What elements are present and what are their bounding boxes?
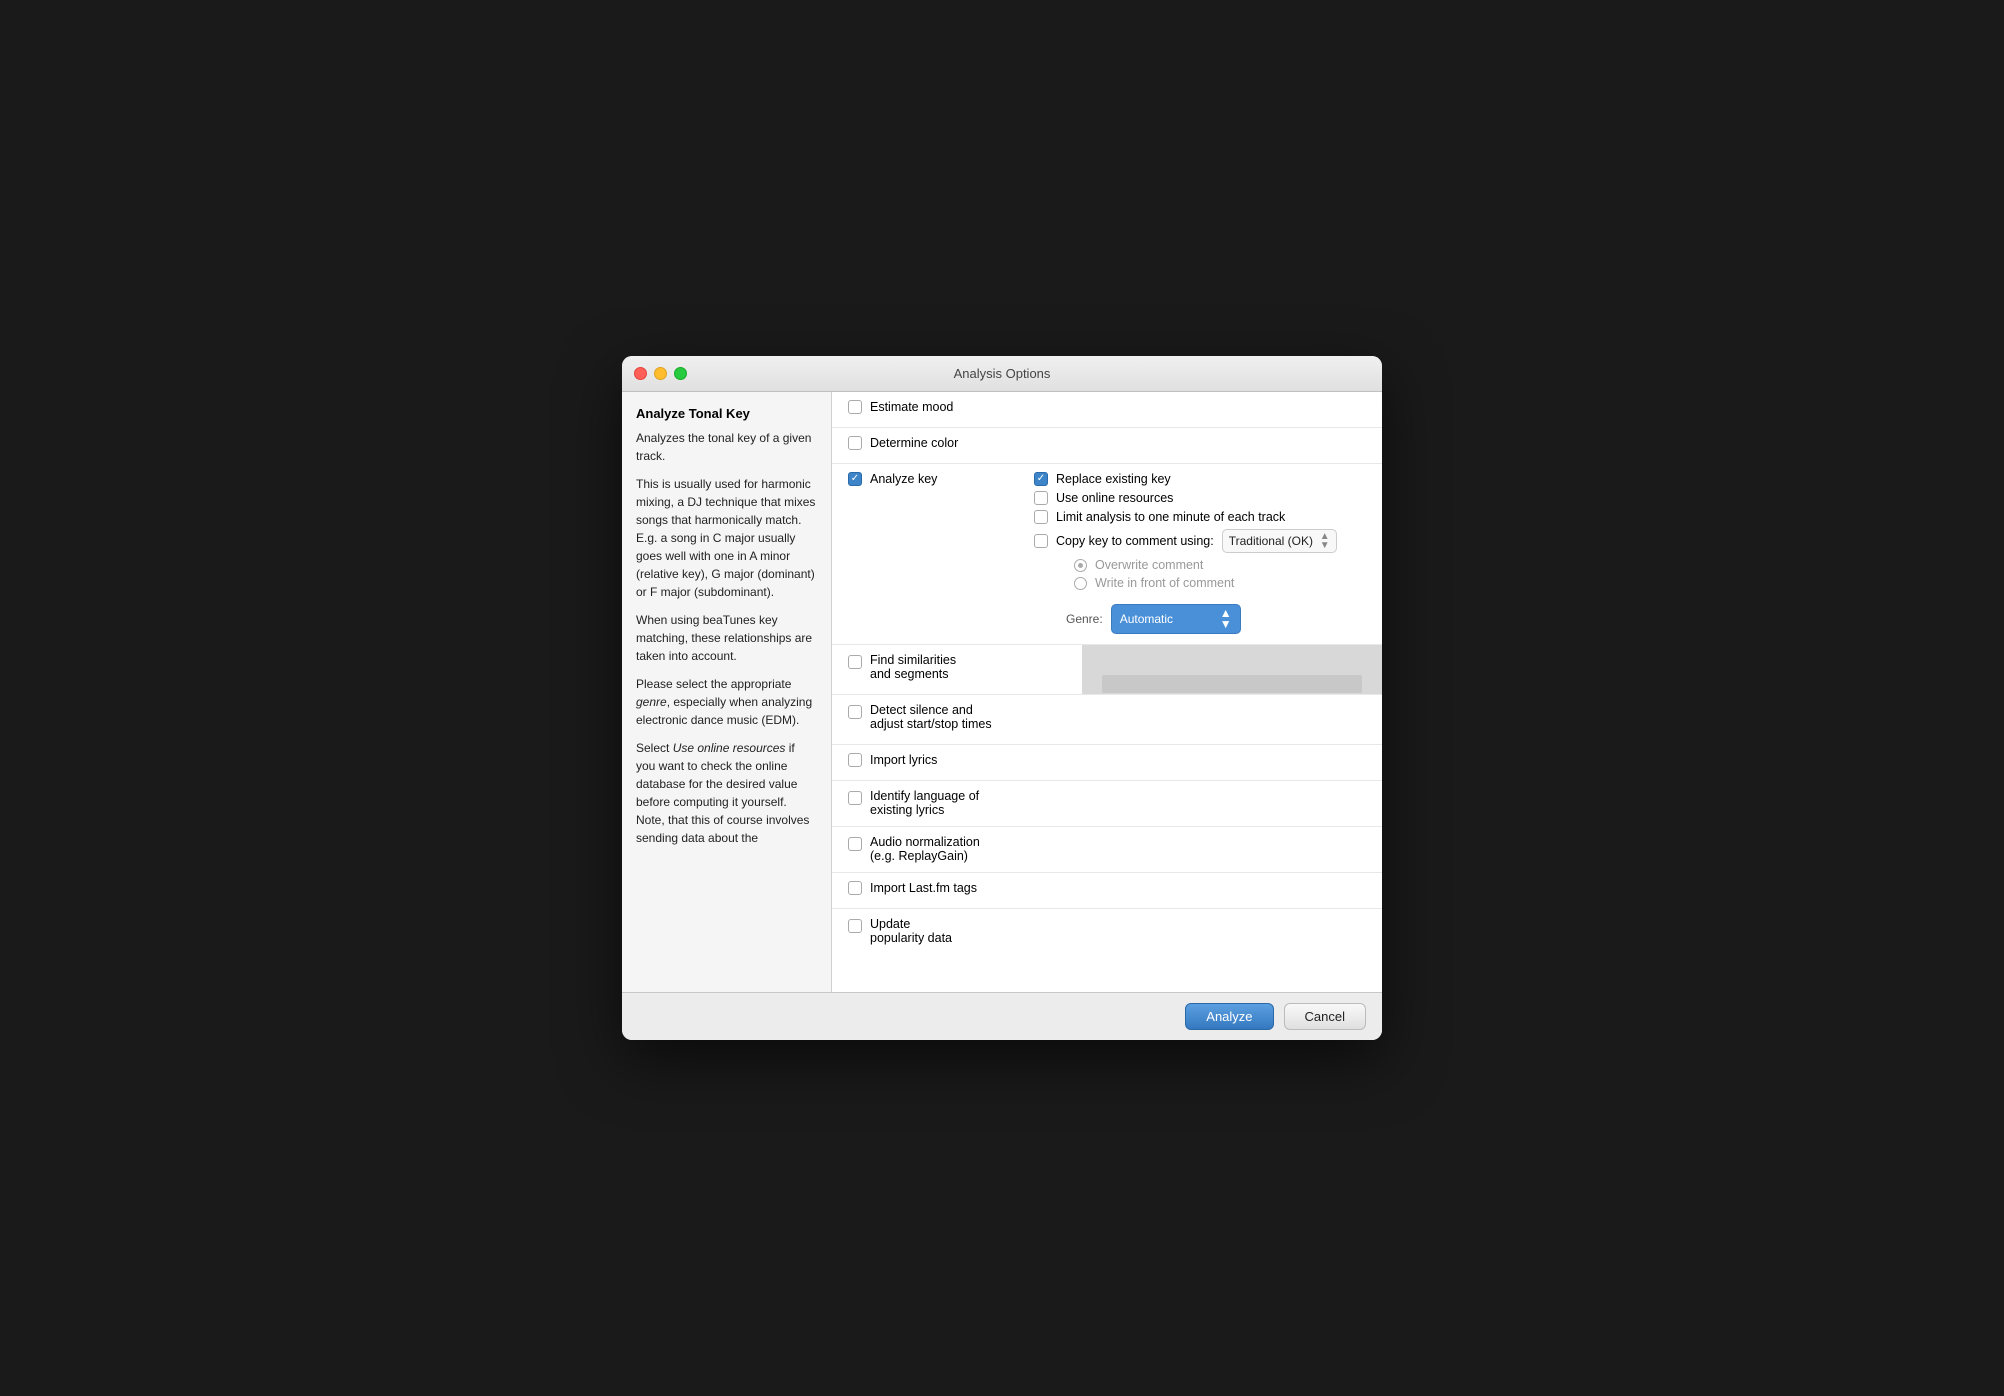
identify-language-label2: existing lyrics <box>870 803 979 817</box>
copy-key-row: Copy key to comment using: Traditional (… <box>1034 529 1366 553</box>
detect-silence-checkbox[interactable] <box>848 705 862 719</box>
copy-key-checkbox[interactable] <box>1034 534 1048 548</box>
overwrite-comment-row: Overwrite comment <box>1074 558 1366 572</box>
genre-label: Genre: <box>1066 612 1103 626</box>
sidebar: Analyze Tonal Key Analyzes the tonal key… <box>622 392 832 992</box>
title-bar: Analysis Options <box>622 356 1382 392</box>
analyze-key-right: Replace existing key Use online resource… <box>1034 472 1366 636</box>
find-similarities-checkbox[interactable] <box>848 655 862 669</box>
genre-select-wrapper[interactable]: Automatic ▲ ▼ <box>1111 604 1241 634</box>
overwrite-comment-radio[interactable] <box>1074 559 1087 572</box>
analyze-button[interactable]: Analyze <box>1185 1003 1273 1030</box>
replace-key-checkbox[interactable] <box>1034 472 1048 486</box>
update-popularity-label: Update <box>870 917 952 931</box>
estimate-mood-checkbox[interactable] <box>848 400 862 414</box>
minimize-button[interactable] <box>654 367 667 380</box>
analyze-key-left: Analyze key <box>848 472 1018 486</box>
write-in-front-row: Write in front of comment <box>1074 576 1366 590</box>
write-in-front-radio[interactable] <box>1074 577 1087 590</box>
detect-silence-row: Detect silence and adjust start/stop tim… <box>832 695 1382 745</box>
analyze-key-checkbox[interactable] <box>848 472 862 486</box>
update-popularity-row: Update popularity data <box>832 909 1382 955</box>
limit-analysis-row: Limit analysis to one minute of each tra… <box>1034 510 1366 524</box>
detect-silence-label2: adjust start/stop times <box>870 717 992 731</box>
maximize-button[interactable] <box>674 367 687 380</box>
sidebar-para-4: Please select the appropriate genre, esp… <box>636 675 817 729</box>
analyze-key-label: Analyze key <box>870 472 937 486</box>
overwrite-comment-label: Overwrite comment <box>1095 558 1203 572</box>
genre-row: Genre: Automatic ▲ ▼ <box>1034 599 1366 636</box>
identify-language-label: Identify language of <box>870 789 979 803</box>
close-button[interactable] <box>634 367 647 380</box>
identify-language-checkbox[interactable] <box>848 791 862 805</box>
determine-color-row: Determine color <box>832 428 1382 464</box>
audio-normalization-row: Audio normalization (e.g. ReplayGain) <box>832 827 1382 873</box>
sidebar-para-3: When using beaTunes key matching, these … <box>636 611 817 665</box>
analyze-key-section: Analyze key Replace existing key Use onl… <box>832 464 1382 645</box>
options-list: Estimate mood Determine color Analyze ke… <box>832 392 1382 992</box>
audio-normalization-label2: (e.g. ReplayGain) <box>870 849 980 863</box>
import-lastfm-row: Import Last.fm tags <box>832 873 1382 909</box>
key-format-select-wrapper[interactable]: Traditional (OK) Open Key Camelot ▲ ▼ <box>1222 529 1337 553</box>
sidebar-para-5: Select Use online resources if you want … <box>636 739 817 847</box>
limit-analysis-checkbox[interactable] <box>1034 510 1048 524</box>
sidebar-para-2: This is usually used for harmonic mixing… <box>636 475 817 601</box>
use-online-checkbox[interactable] <box>1034 491 1048 505</box>
sidebar-heading: Analyze Tonal Key <box>636 406 817 421</box>
radio-indent: Overwrite comment Write in front of comm… <box>1034 558 1366 594</box>
main-window: Analysis Options Analyze Tonal Key Analy… <box>622 356 1382 1040</box>
sidebar-para-1: Analyzes the tonal key of a given track. <box>636 429 817 465</box>
identify-language-row: Identify language of existing lyrics <box>832 781 1382 827</box>
replace-key-label: Replace existing key <box>1056 472 1171 486</box>
window-title: Analysis Options <box>954 366 1051 381</box>
import-lyrics-checkbox[interactable] <box>848 753 862 767</box>
cancel-button[interactable]: Cancel <box>1284 1003 1366 1030</box>
replace-key-row: Replace existing key <box>1034 472 1366 486</box>
determine-color-checkbox[interactable] <box>848 436 862 450</box>
find-similarities-label: Find similarities <box>870 653 956 667</box>
sidebar-description: Analyzes the tonal key of a given track.… <box>636 429 817 847</box>
estimate-mood-label: Estimate mood <box>870 400 953 414</box>
key-format-select[interactable]: Traditional (OK) Open Key Camelot <box>1229 534 1316 548</box>
copy-key-label: Copy key to comment using: <box>1056 534 1214 548</box>
audio-normalization-label: Audio normalization <box>870 835 980 849</box>
import-lyrics-label: Import lyrics <box>870 753 937 767</box>
write-in-front-label: Write in front of comment <box>1095 576 1234 590</box>
main-content: Estimate mood Determine color Analyze ke… <box>832 392 1382 992</box>
determine-color-label: Determine color <box>870 436 958 450</box>
detect-silence-label: Detect silence and <box>870 703 992 717</box>
update-popularity-checkbox[interactable] <box>848 919 862 933</box>
estimate-mood-row: Estimate mood <box>832 392 1382 428</box>
import-lastfm-checkbox[interactable] <box>848 881 862 895</box>
find-similarities-label2: and segments <box>870 667 956 681</box>
update-popularity-label2: popularity data <box>870 931 952 945</box>
genre-value: Automatic <box>1120 612 1173 626</box>
audio-normalization-checkbox[interactable] <box>848 837 862 851</box>
use-online-row: Use online resources <box>1034 491 1366 505</box>
window-body: Analyze Tonal Key Analyzes the tonal key… <box>622 392 1382 992</box>
bottom-bar: Analyze Cancel <box>622 992 1382 1040</box>
key-format-arrows: ▲ ▼ <box>1320 532 1330 550</box>
import-lyrics-row: Import lyrics <box>832 745 1382 781</box>
import-lastfm-label: Import Last.fm tags <box>870 881 977 895</box>
use-online-label: Use online resources <box>1056 491 1173 505</box>
find-similarities-row: Find similarities and segments <box>832 645 1382 695</box>
genre-arrows: ▲ ▼ <box>1220 608 1232 630</box>
limit-analysis-label: Limit analysis to one minute of each tra… <box>1056 510 1285 524</box>
window-controls <box>634 367 687 380</box>
